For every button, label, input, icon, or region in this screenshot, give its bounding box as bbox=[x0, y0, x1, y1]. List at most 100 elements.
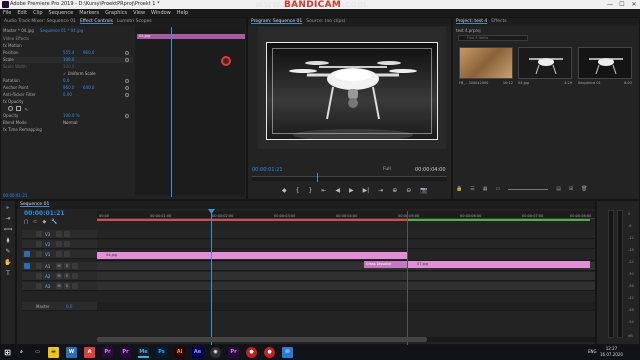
tab-project[interactable]: Project: test 4 bbox=[456, 18, 487, 26]
linked-selection-icon[interactable]: ⊂ bbox=[33, 219, 37, 225]
keyframe-toggle-icon[interactable] bbox=[125, 58, 129, 62]
track-header-a3[interactable]: A3 M S bbox=[22, 282, 97, 291]
ec-row-opacity[interactable]: Opacity 100.0 % bbox=[3, 113, 133, 119]
search-icon[interactable]: ⌕ bbox=[16, 347, 27, 358]
system-clock[interactable]: 12:27 16.07.2020 bbox=[600, 346, 623, 358]
file-explorer-icon[interactable]: ▬ bbox=[48, 347, 59, 358]
menu-markers[interactable]: Markers bbox=[79, 9, 99, 17]
pen-tool-icon[interactable]: ✎ bbox=[2, 247, 14, 256]
close-button[interactable]: ✕ bbox=[628, 0, 640, 9]
track-header-v3[interactable]: V3 bbox=[22, 230, 97, 239]
icon-view-icon[interactable]: ▦ bbox=[483, 186, 488, 194]
ec-clip-bar[interactable]: 04.jpg bbox=[137, 34, 245, 39]
project-item-label[interactable]: Sequence 01 8:03 bbox=[578, 81, 632, 85]
solo-button[interactable]: S bbox=[64, 283, 70, 289]
go-to-in-icon[interactable]: ⇤ bbox=[321, 187, 326, 194]
menu-window[interactable]: Window bbox=[151, 9, 171, 17]
selection-tool-icon[interactable]: ▸ bbox=[2, 203, 14, 212]
project-item-thumb-drone[interactable] bbox=[518, 47, 572, 79]
maximize-button[interactable]: ☐ bbox=[616, 0, 628, 9]
acrobat-icon[interactable]: A bbox=[84, 347, 95, 358]
mic-icon[interactable] bbox=[72, 283, 78, 289]
go-to-out-icon[interactable]: ⇥ bbox=[378, 187, 383, 194]
lock-icon[interactable] bbox=[36, 241, 42, 247]
illustrator-icon[interactable]: Ai bbox=[174, 347, 185, 358]
eye-icon[interactable] bbox=[64, 251, 70, 257]
project-item-thumb-wood[interactable] bbox=[459, 47, 513, 79]
sync-lock-icon[interactable] bbox=[56, 231, 62, 237]
menu-clip[interactable]: Clip bbox=[33, 9, 42, 17]
extract-icon[interactable]: ⊖ bbox=[406, 187, 411, 194]
chrome-icon[interactable]: ◉ bbox=[210, 347, 221, 358]
language-indicator[interactable]: ENG bbox=[588, 349, 597, 354]
effect-controls-timeline[interactable] bbox=[135, 26, 245, 196]
sync-lock-icon[interactable] bbox=[56, 251, 62, 257]
project-item-label[interactable]: FB_...3000x2000 10:12 bbox=[459, 81, 513, 85]
program-ruler[interactable] bbox=[252, 176, 447, 181]
project-item-label[interactable]: 04.jpg 4:29 bbox=[518, 81, 572, 85]
ec-row-opacity-section[interactable]: fx Opacity bbox=[3, 99, 133, 105]
tab-source[interactable]: Source: (no clips) bbox=[306, 18, 345, 26]
track-lane-v3[interactable] bbox=[97, 230, 595, 239]
ec-playhead[interactable] bbox=[171, 27, 172, 197]
zoom-slider[interactable] bbox=[508, 186, 549, 190]
track-lane-master[interactable] bbox=[97, 302, 595, 311]
track-header-master[interactable]: Master 0.0 bbox=[22, 302, 97, 311]
track-lane-a2[interactable] bbox=[97, 272, 595, 281]
track-header-a1[interactable]: A1 M S bbox=[22, 262, 97, 271]
premiere-taskbar-icon[interactable]: Pr bbox=[102, 347, 113, 358]
windows-start-icon[interactable]: ⊞ bbox=[2, 347, 13, 358]
ellipse-mask-icon[interactable] bbox=[8, 106, 13, 111]
program-playhead[interactable] bbox=[317, 173, 318, 182]
mark-in-icon[interactable]: { bbox=[296, 187, 300, 194]
lock-icon[interactable] bbox=[36, 231, 42, 237]
timeline-scrollbar[interactable] bbox=[97, 337, 595, 342]
timeline-timecode[interactable]: 00:00:01:21 bbox=[24, 210, 65, 217]
menu-graphics[interactable]: Graphics bbox=[105, 9, 127, 17]
type-tool-icon[interactable]: T bbox=[2, 269, 14, 278]
keyframe-toggle-icon[interactable] bbox=[125, 93, 129, 97]
add-marker-icon[interactable]: ◆ bbox=[282, 187, 287, 194]
lock-icon[interactable] bbox=[36, 251, 42, 257]
tab-effects[interactable]: Effects bbox=[491, 18, 506, 26]
project-search-input[interactable]: Find 3 items bbox=[458, 35, 528, 41]
tab-audio-mixer[interactable]: Audio Track Mixer: Sequence 01 bbox=[4, 18, 76, 26]
ec-row-motion[interactable]: fx Motion bbox=[3, 43, 133, 49]
menu-view[interactable]: View bbox=[133, 9, 145, 17]
solo-button[interactable]: S bbox=[64, 263, 70, 269]
step-forward-icon[interactable]: ▶| bbox=[363, 187, 370, 194]
eye-icon[interactable] bbox=[64, 231, 70, 237]
export-frame-icon[interactable]: 📷 bbox=[420, 187, 427, 194]
mic-icon[interactable] bbox=[72, 263, 78, 269]
timeline-playhead[interactable] bbox=[211, 211, 212, 345]
ec-row-blend-mode[interactable]: Blend Mode Normal bbox=[3, 120, 133, 126]
transition-cross-dissolve[interactable]: Cross Dissolve bbox=[364, 261, 408, 268]
tab-program[interactable]: Program: Sequence 01 bbox=[251, 18, 302, 26]
menu-edit[interactable]: Edit bbox=[17, 9, 27, 17]
menu-sequence[interactable]: Sequence bbox=[49, 9, 74, 17]
step-back-icon[interactable]: ◀ bbox=[335, 187, 340, 194]
tab-lumetri[interactable]: Lumetri Scopes bbox=[117, 18, 152, 26]
lock-icon[interactable] bbox=[36, 263, 42, 269]
track-header-v1[interactable]: V1 bbox=[22, 250, 97, 259]
after-effects-icon[interactable]: Ae bbox=[192, 347, 203, 358]
tab-effect-controls[interactable]: Effect Controls bbox=[80, 18, 113, 26]
mark-out-icon[interactable]: } bbox=[308, 187, 312, 194]
sync-lock-icon[interactable] bbox=[56, 241, 62, 247]
mic-icon[interactable] bbox=[72, 273, 78, 279]
track-header-v2[interactable]: V2 bbox=[22, 240, 97, 249]
bandicam-icon[interactable]: ● bbox=[264, 347, 275, 358]
task-view-icon[interactable]: ▭ bbox=[32, 347, 43, 358]
mute-button[interactable]: M bbox=[56, 263, 62, 269]
mute-button[interactable]: M bbox=[56, 283, 62, 289]
play-icon[interactable]: ▶ bbox=[349, 187, 354, 194]
new-item-icon[interactable]: ⊞ bbox=[569, 186, 573, 194]
project-item-thumb-sequence[interactable] bbox=[578, 47, 632, 79]
ec-row-time-remapping[interactable]: fx Time Remapping bbox=[3, 127, 133, 133]
new-bin-icon[interactable]: ▤ bbox=[556, 186, 561, 194]
source-patch-v1[interactable] bbox=[24, 251, 30, 257]
rect-mask-icon[interactable] bbox=[16, 106, 22, 111]
media-encoder-icon[interactable]: Me bbox=[138, 347, 149, 358]
keyframe-toggle-icon[interactable] bbox=[125, 51, 129, 55]
mute-button[interactable]: M bbox=[56, 273, 62, 279]
